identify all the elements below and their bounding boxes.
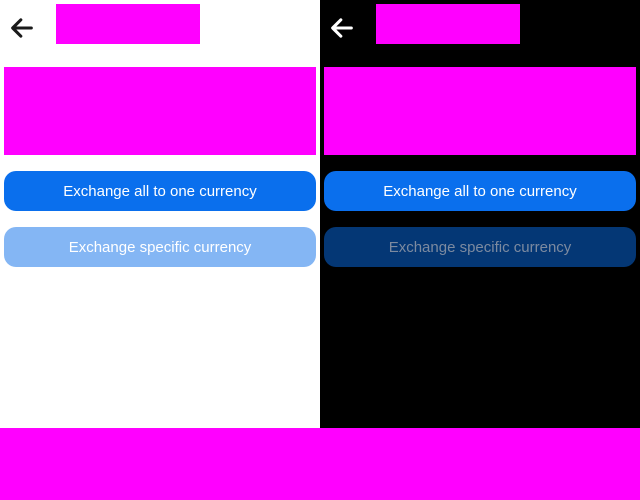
back-button[interactable] <box>328 14 356 42</box>
exchange-specific-button[interactable]: Exchange specific currency <box>324 227 636 267</box>
bottom-placeholder <box>0 428 640 500</box>
title-placeholder <box>56 4 200 44</box>
title-placeholder <box>376 4 520 44</box>
arrow-left-icon <box>11 18 33 38</box>
banner-placeholder <box>324 67 636 155</box>
banner-placeholder <box>4 67 316 155</box>
exchange-all-button[interactable]: Exchange all to one currency <box>4 171 316 211</box>
back-button[interactable] <box>8 14 36 42</box>
exchange-all-button[interactable]: Exchange all to one currency <box>324 171 636 211</box>
light-theme-screen: Exchange all to one currency Exchange sp… <box>0 0 320 428</box>
exchange-specific-button[interactable]: Exchange specific currency <box>4 227 316 267</box>
arrow-left-icon <box>331 18 353 38</box>
dark-theme-screen: Exchange all to one currency Exchange sp… <box>320 0 640 428</box>
